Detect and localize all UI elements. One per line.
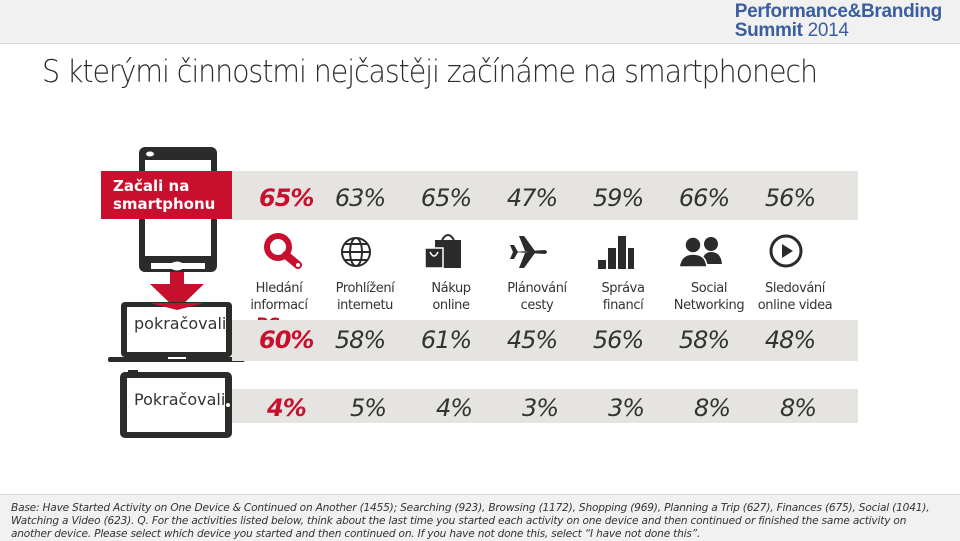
brand-summit: Summit: [734, 20, 803, 41]
brand-line2: Summit 2014: [735, 21, 942, 40]
footer-text: Base: Have Started Activity on One Devic…: [11, 502, 930, 540]
value-cell: 65%: [259, 184, 314, 212]
people-icon: [657, 232, 743, 272]
shopping-bag-icon: [399, 232, 485, 272]
activity-label: Sledování online videa: [757, 281, 833, 313]
activity-label: Prohlížení internetu: [335, 281, 395, 313]
row-continued-pc: 60% 58% 61% 45% 56% 58% 48%: [255, 326, 855, 354]
value-cell: 56%: [592, 326, 644, 354]
value-cell: 65%: [420, 184, 472, 212]
value-cell: 66%: [678, 184, 730, 212]
value-cell: 5%: [349, 394, 387, 422]
value-cell: 8%: [779, 394, 817, 422]
magnifier-icon: [255, 232, 313, 272]
value-cell: 45%: [506, 326, 558, 354]
brand-line1: Performance&Branding: [734, 1, 943, 22]
row-started-smartphone: 65% 63% 65% 47% 59% 66% 56%: [255, 184, 855, 212]
value-cell: 60%: [259, 326, 314, 354]
value-cell: 56%: [764, 184, 816, 212]
row-continued-tablet: 4% 5% 4% 3% 3% 8% 8%: [255, 394, 855, 422]
started-on-smartphone-label: Začali na smartphonu: [101, 171, 247, 219]
value-cell: 58%: [334, 326, 386, 354]
value-cell: 4%: [435, 394, 473, 422]
value-cell: 3%: [607, 394, 645, 422]
value-cell: 3%: [521, 394, 559, 422]
activity-label: Hledání informací: [250, 281, 308, 313]
activity-icons: [255, 232, 855, 272]
activity-label: Správa financí: [601, 281, 645, 313]
activity-label: Plánování cesty: [507, 281, 567, 313]
activity-label: Social Networking: [673, 281, 745, 313]
value-cell: 59%: [592, 184, 644, 212]
bar-chart-icon: [571, 232, 657, 272]
activity-labels: Hledání informací Prohlížení internetu Nák…: [236, 280, 856, 314]
value-cell: 47%: [506, 184, 558, 212]
value-cell: 48%: [764, 326, 816, 354]
brand-year: 2014: [807, 20, 849, 41]
activity-label: Nákup online: [431, 281, 471, 313]
play-icon: [743, 232, 829, 272]
brand-logo: Performance&Branding Summit 2014: [734, 1, 943, 40]
globe-icon: [313, 232, 399, 272]
device-illustration: [108, 147, 245, 438]
value-cell: 58%: [678, 326, 730, 354]
value-cell: 8%: [693, 394, 731, 422]
value-cell: 63%: [334, 184, 386, 212]
airplane-icon: [485, 232, 571, 272]
footer-note: Base: Have Started Activity on One Devic…: [0, 494, 960, 541]
value-cell: 61%: [420, 326, 472, 354]
value-cell: 4%: [267, 394, 307, 422]
